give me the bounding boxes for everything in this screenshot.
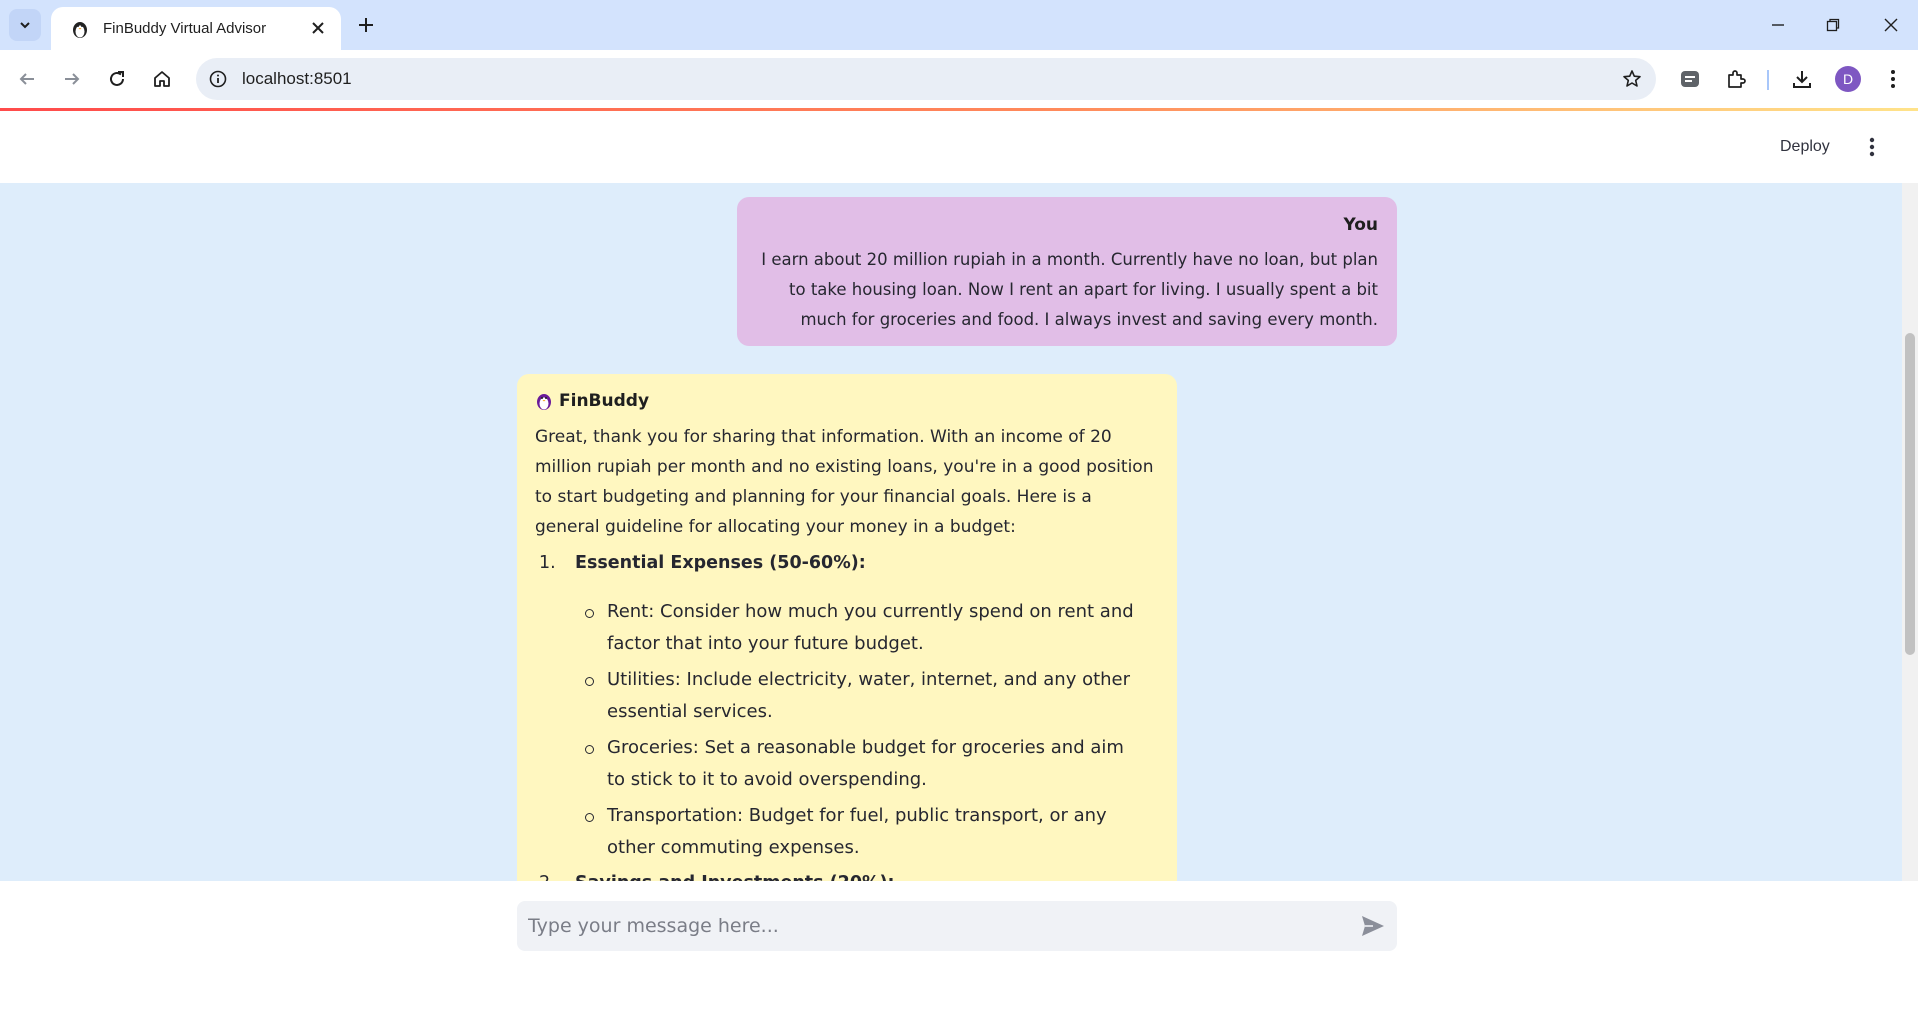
list-item-text: Utilities: Include electricity, water, i… — [607, 669, 1131, 722]
chat-scrollbar[interactable] — [1902, 183, 1918, 881]
chat-input-box[interactable] — [517, 901, 1397, 951]
app-menu-icon[interactable] — [1860, 131, 1884, 163]
bullet-circle-icon — [571, 596, 607, 660]
address-bar[interactable]: localhost:8501 — [196, 58, 1656, 100]
list-item-text: Rent: Consider how much you currently sp… — [607, 601, 1134, 654]
browser-menu-icon[interactable] — [1877, 63, 1909, 95]
list-item-text: Transportation: Budget for fuel, public … — [607, 805, 1107, 858]
bullet-circle-icon — [571, 800, 607, 864]
restore-icon — [1826, 18, 1840, 32]
bot-message-bubble: FinBuddy Great, thank you for sharing th… — [517, 374, 1177, 881]
chat-scrollbar-thumb[interactable] — [1905, 333, 1915, 655]
minimize-icon — [1772, 24, 1784, 26]
forward-button[interactable] — [56, 63, 88, 95]
plus-icon — [359, 18, 373, 32]
list-item: Rent: Consider how much you currently sp… — [571, 596, 1159, 660]
list-item-text: Groceries: Set a reasonable budget for g… — [607, 737, 1124, 790]
message-input[interactable] — [517, 901, 1337, 951]
penguin-favicon-icon — [69, 18, 91, 40]
toolbar-separator — [1767, 70, 1769, 90]
list-item: Utilities: Include electricity, water, i… — [571, 664, 1159, 728]
chevron-down-icon — [20, 22, 30, 29]
budget-subitems: Rent: Consider how much you currently sp… — [535, 596, 1159, 864]
reload-button[interactable] — [101, 63, 133, 95]
penguin-icon — [537, 394, 551, 410]
reload-icon — [110, 71, 124, 86]
download-icon[interactable] — [1786, 63, 1818, 95]
bookmark-star-icon[interactable] — [1620, 67, 1644, 91]
send-button[interactable] — [1359, 913, 1387, 939]
url-text[interactable]: localhost:8501 — [242, 69, 352, 89]
browser-toolbar: localhost:8501 D — [0, 50, 1918, 108]
profile-avatar[interactable]: D — [1835, 66, 1861, 92]
back-button[interactable] — [11, 63, 43, 95]
send-icon — [1362, 916, 1384, 936]
section-number: 2. — [535, 868, 575, 881]
user-message-bubble: You I earn about 20 million rupiah in a … — [737, 197, 1397, 346]
browser-tab-active[interactable]: FinBuddy Virtual Advisor — [51, 7, 341, 50]
close-tab-icon[interactable] — [307, 17, 329, 39]
new-tab-button[interactable] — [352, 11, 380, 39]
arrow-right-icon — [65, 73, 80, 85]
app-header: Deploy — [0, 111, 1918, 183]
streamlit-app: Deploy You I earn about 20 million rupia… — [0, 108, 1918, 1020]
minimize-window-button[interactable] — [1756, 10, 1800, 40]
arrow-left-icon — [19, 73, 34, 85]
budget-section: 1. Essential Expenses (50-60%): — [535, 548, 1159, 578]
browser-tabstrip: FinBuddy Virtual Advisor — [0, 0, 1918, 50]
close-icon — [1884, 18, 1898, 32]
chat-input-area — [0, 881, 1918, 1020]
list-item: Groceries: Set a reasonable budget for g… — [571, 732, 1159, 796]
bot-sender-name: FinBuddy — [559, 391, 650, 411]
chat-history[interactable]: You I earn about 20 million rupiah in a … — [0, 183, 1918, 881]
section-title: Savings and Investments (20%): — [575, 868, 895, 881]
section-title: Essential Expenses (50-60%): — [575, 553, 866, 573]
extension-chat-icon[interactable] — [1674, 63, 1706, 95]
bullet-circle-icon — [571, 732, 607, 796]
home-button[interactable] — [146, 63, 178, 95]
tab-search-button[interactable] — [9, 9, 41, 41]
site-info-icon[interactable] — [206, 67, 230, 91]
section-number: 1. — [539, 553, 556, 573]
bot-intro-text: Great, thank you for sharing that inform… — [535, 427, 1154, 537]
extensions-puzzle-icon[interactable] — [1720, 63, 1752, 95]
user-message-text: I earn about 20 million rupiah in a mont… — [761, 250, 1378, 329]
restore-window-button[interactable] — [1811, 10, 1855, 40]
bullet-circle-icon — [571, 664, 607, 728]
home-icon — [154, 71, 170, 87]
deploy-button[interactable]: Deploy — [1768, 129, 1842, 165]
close-window-button[interactable] — [1869, 10, 1913, 40]
list-item: Transportation: Budget for fuel, public … — [571, 800, 1159, 864]
tab-title: FinBuddy Virtual Advisor — [103, 20, 267, 37]
budget-section-partial: 2. Savings and Investments (20%): — [535, 868, 1159, 881]
bot-sender-label: FinBuddy — [535, 388, 1159, 414]
user-sender-label: You — [1343, 215, 1378, 235]
